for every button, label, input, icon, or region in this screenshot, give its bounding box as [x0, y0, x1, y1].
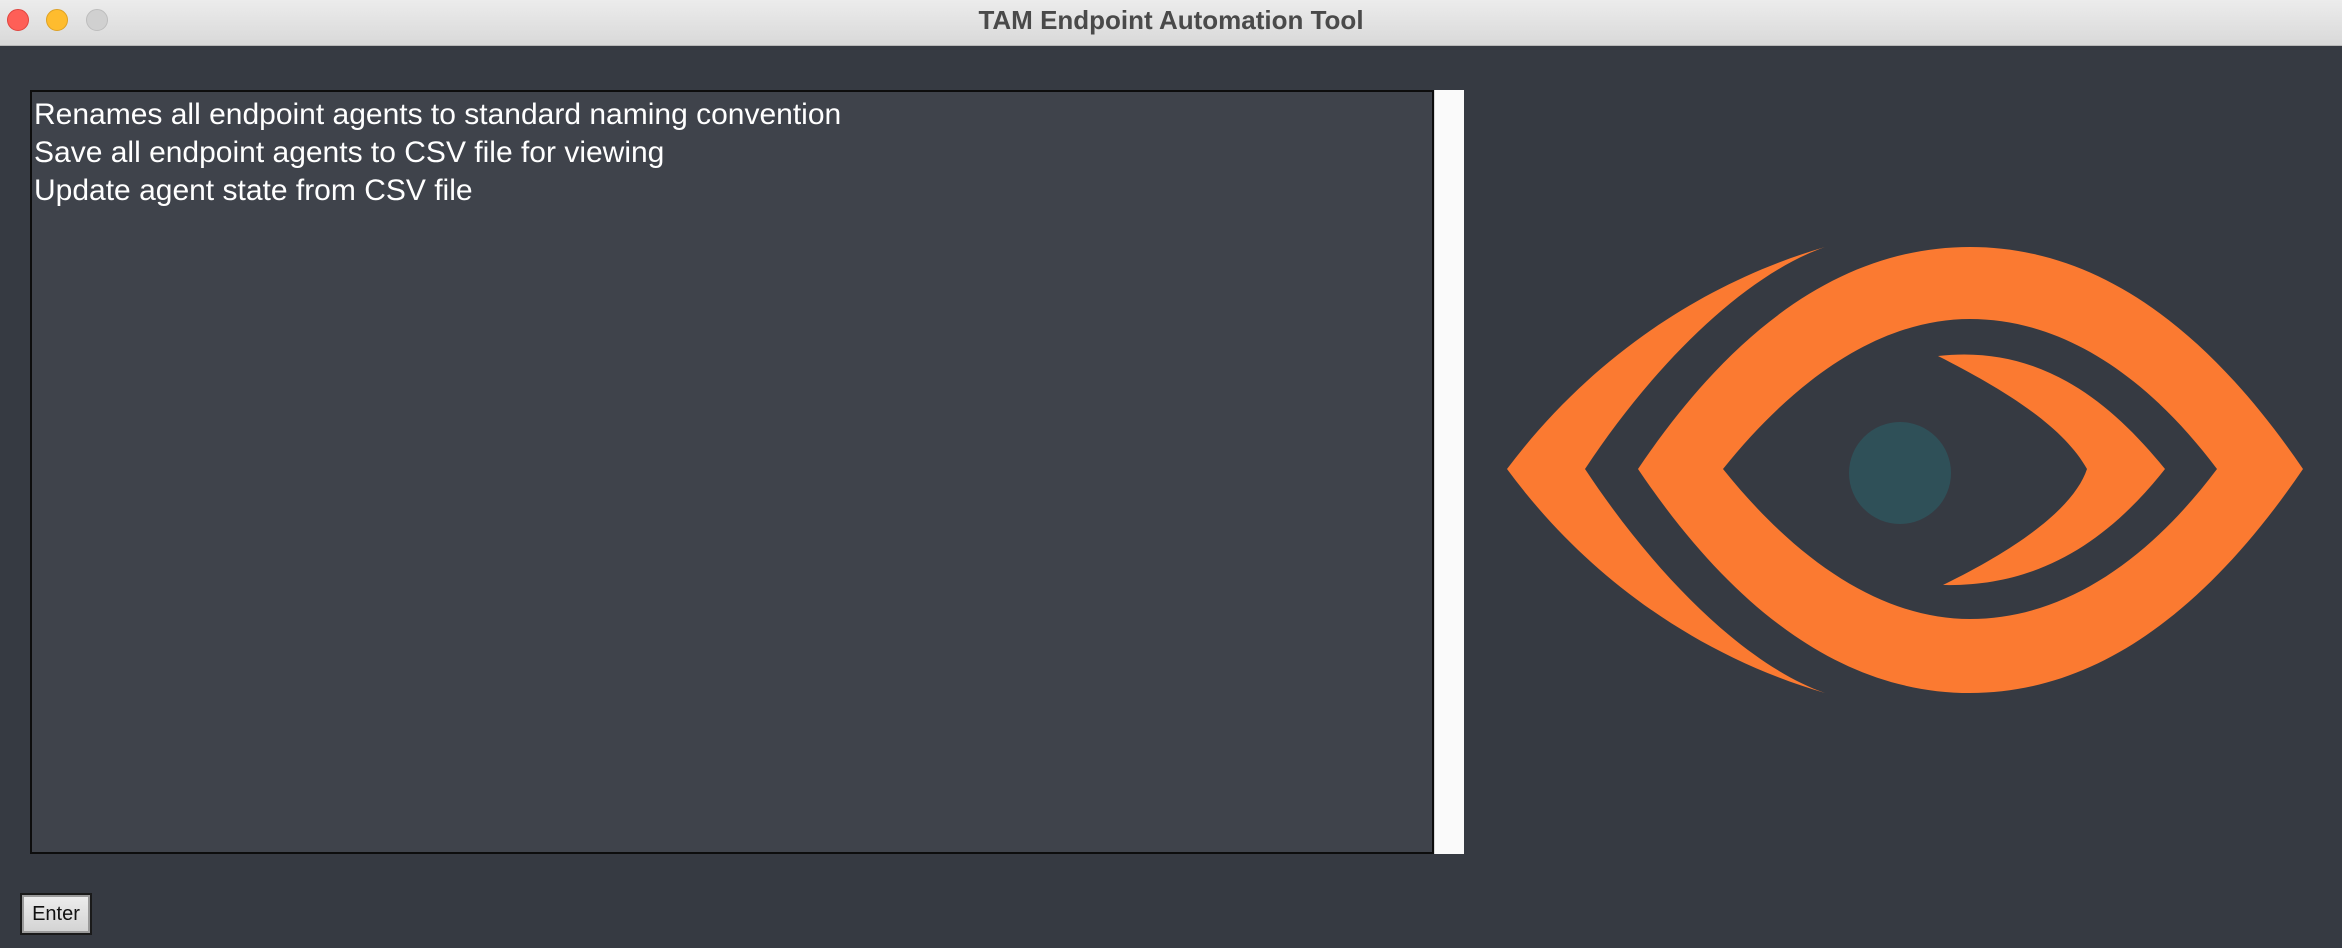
title-bar[interactable]: TAM Endpoint Automation Tool: [0, 0, 2342, 46]
eye-logo-pupil: [1849, 422, 1951, 524]
eye-logo-ring: [1638, 247, 2303, 693]
list-item-save-agents-csv[interactable]: Save all endpoint agents to CSV file for…: [32, 134, 1432, 172]
app-window: TAM Endpoint Automation Tool Renames all…: [0, 0, 2342, 948]
list-item-rename-agents[interactable]: Renames all endpoint agents to standard …: [32, 96, 1432, 134]
eye-logo-icon: [1507, 247, 2303, 693]
options-listbox[interactable]: Renames all endpoint agents to standard …: [30, 90, 1434, 854]
listbox-scrollbar[interactable]: [1434, 90, 1464, 854]
list-item-update-agent-state[interactable]: Update agent state from CSV file: [32, 172, 1432, 210]
enter-button[interactable]: Enter: [20, 893, 92, 935]
eye-logo-inner-crescent: [1938, 354, 2165, 586]
window-title: TAM Endpoint Automation Tool: [978, 5, 1364, 35]
